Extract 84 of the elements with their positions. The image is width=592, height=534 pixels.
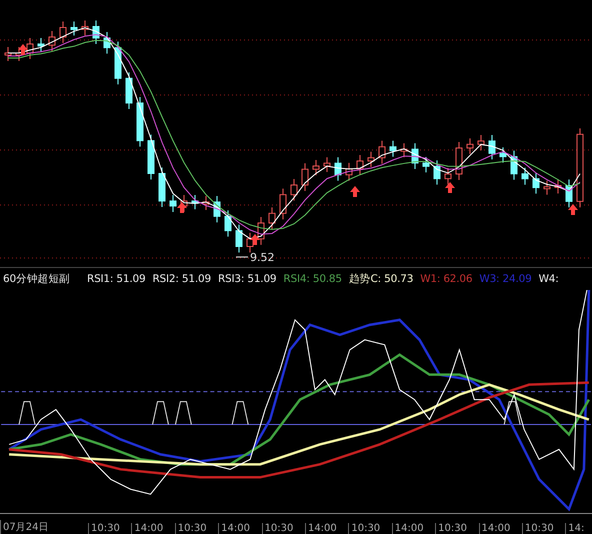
candlestick: [566, 179, 572, 208]
up-arrow-icon: [350, 186, 360, 197]
signal-pulse: [18, 401, 36, 425]
indicator-reading: RSI4: 50.85: [283, 272, 342, 285]
candlestick: [554, 179, 562, 194]
candlestick: [422, 156, 430, 173]
candlestick: [60, 21, 66, 44]
up-arrow-icon: [177, 202, 187, 213]
candlestick: [104, 32, 110, 54]
candlestick: [136, 96, 144, 148]
up-arrow-icon: [445, 182, 455, 193]
candlestick: [158, 167, 166, 208]
candlestick: [400, 142, 408, 158]
time-label: 10:30: [88, 523, 132, 534]
candlestick: [302, 162, 308, 192]
signal-pulse: [174, 401, 192, 425]
indicator-reading: 趋势C: 50.73: [348, 272, 414, 286]
indicator-reading: RSI1: 51.09: [86, 272, 146, 285]
candlestick: [48, 30, 56, 52]
indicator-reading: RSI2: 51.09: [152, 272, 211, 285]
candlestick: [378, 140, 386, 164]
candlestick: [324, 156, 330, 172]
time-label: 07月24日: [0, 520, 88, 534]
low-price-marker: [236, 256, 248, 258]
indicator-title: 60分钟超短副: [3, 272, 70, 286]
up-arrow-icon: [250, 234, 260, 245]
candlestick: [390, 140, 396, 158]
candlestick: [192, 194, 198, 210]
candlestick: [126, 72, 132, 110]
candlestick: [368, 151, 374, 168]
candlestick: [26, 38, 34, 60]
candlestick: [510, 150, 518, 180]
candlestick: [334, 156, 342, 182]
candlestick: [412, 142, 418, 170]
candlestick: [224, 210, 232, 238]
candlestick: [280, 188, 286, 220]
time-label: 14:00: [478, 523, 522, 534]
time-label: 14:00: [218, 523, 262, 534]
candlestick: [532, 172, 540, 194]
time-label: 14:00: [392, 523, 436, 534]
time-label: 10:30: [262, 523, 305, 534]
candlestick: [202, 196, 210, 210]
candlestick: [236, 224, 242, 253]
time-label: 14:: [565, 523, 592, 534]
signal-pulse: [504, 401, 521, 425]
candlestick: [522, 167, 528, 186]
indicator-reading: W4:: [538, 272, 559, 285]
price-label: 9.52: [250, 251, 274, 264]
candlestick: [312, 160, 320, 176]
indicator-reading: W3: 24.09: [479, 272, 532, 285]
candlestick: [444, 168, 452, 186]
candlestick: [82, 20, 88, 36]
candlestick: [38, 38, 44, 52]
time-label: 10:30: [174, 523, 218, 534]
candlestick: [356, 154, 364, 176]
candlestick: [290, 178, 298, 202]
candlestick: [544, 180, 550, 196]
candlestick: [4, 46, 12, 62]
candlestick: [456, 142, 462, 180]
candlestick: [500, 146, 506, 164]
candlestick: [488, 134, 496, 160]
candlestick: [434, 160, 440, 186]
candlestick: [214, 196, 220, 223]
time-label: 14:00: [131, 523, 175, 534]
candlestick: [170, 194, 176, 212]
up-arrow-icon: [568, 204, 578, 215]
signal-pulse: [232, 401, 249, 425]
candlestick: [92, 20, 100, 44]
signal-pulse: [152, 401, 169, 425]
candlestick: [346, 162, 352, 182]
time-label: 10:30: [435, 523, 479, 534]
time-label: 10:30: [348, 523, 392, 534]
indicator-reading: W1: 62.06: [420, 272, 472, 285]
candlestick: [70, 21, 78, 36]
candlestick: [258, 216, 264, 246]
candlestick: [268, 206, 276, 230]
indicator-reading: RSI3: 51.09: [218, 272, 276, 285]
time-label: 10:30: [522, 523, 566, 534]
time-label: 14:00: [304, 523, 348, 534]
candlestick: [114, 41, 122, 85]
up-arrow-icon: [18, 44, 28, 55]
candlestick: [148, 134, 154, 180]
candlestick: [466, 138, 474, 154]
candlestick: [478, 134, 484, 151]
